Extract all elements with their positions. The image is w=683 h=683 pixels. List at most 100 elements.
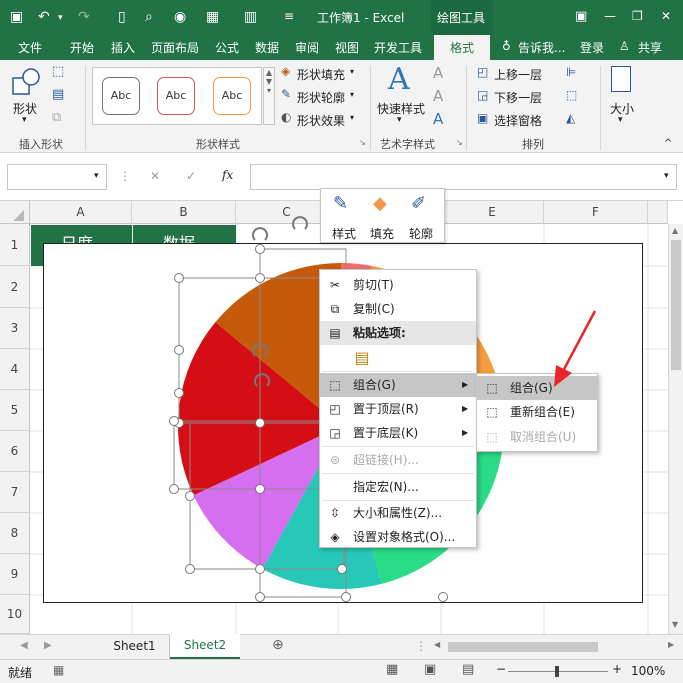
shape-effects-icon[interactable]: ◐ xyxy=(281,110,291,124)
shapes-icon[interactable] xyxy=(11,66,41,98)
tab-page-layout[interactable]: 页面布局 xyxy=(151,39,199,56)
send-backward-icon[interactable]: ◲ xyxy=(477,88,488,102)
hscroll-right-icon[interactable]: ▶ xyxy=(668,640,674,649)
text-outline-icon[interactable]: A xyxy=(433,87,443,105)
menu-item-format-object[interactable]: ◈ 设置对象格式(O)... xyxy=(320,525,476,549)
tab-review[interactable]: 审阅 xyxy=(295,39,319,56)
menu-item-bring-to-front[interactable]: ◰ 置于顶层(R) ▶ xyxy=(320,397,476,421)
save-icon[interactable]: ▣ xyxy=(10,9,23,25)
minimize-button[interactable]: — xyxy=(604,9,616,23)
tell-me-box[interactable]: 告诉我... xyxy=(518,39,565,56)
tab-insert[interactable]: 插入 xyxy=(111,39,135,56)
rotate-icon[interactable]: ◭ xyxy=(566,111,575,125)
menu-item-copy[interactable]: ⧉ 复制(C) xyxy=(320,297,476,321)
outline-pen-icon[interactable]: ✐ xyxy=(411,193,426,214)
mini-style-button[interactable]: 样式 xyxy=(332,225,356,242)
paste-icon[interactable]: ▥ xyxy=(244,9,257,25)
selection-pane-icon[interactable]: ▣ xyxy=(477,111,488,125)
enter-icon[interactable]: ✓ xyxy=(186,169,196,183)
mini-outline-button[interactable]: 轮廓 xyxy=(409,225,433,242)
undo-icon[interactable]: ↶ xyxy=(38,9,50,25)
insert-function-button[interactable]: fx xyxy=(222,168,233,182)
menu-item-size-properties[interactable]: ⇳ 大小和属性(Z)... xyxy=(320,501,476,525)
shape-outline-button[interactable]: 形状轮廓 xyxy=(297,89,345,106)
text-fill-icon[interactable]: A xyxy=(433,64,443,82)
send-backward-button[interactable]: 下移一层 xyxy=(494,89,542,106)
sheet-tab-sheet1[interactable]: Sheet1 xyxy=(100,635,170,659)
sign-in-link[interactable]: 登录 xyxy=(580,39,604,56)
mini-fill-button[interactable]: 填充 xyxy=(370,225,394,242)
menu-item-hyperlink[interactable]: ⊜ 超链接(H)... xyxy=(320,448,476,472)
normal-view-icon[interactable]: ▦ xyxy=(386,662,398,677)
scroll-left-icon[interactable]: ◀ xyxy=(20,640,28,651)
style-sample-orange[interactable]: Abc xyxy=(213,77,251,115)
menu-item-assign-macro[interactable]: 指定宏(N)... xyxy=(320,475,476,499)
collapse-ribbon-icon[interactable]: ^ xyxy=(664,138,672,149)
share-button[interactable]: 共享 xyxy=(638,39,662,56)
zoom-in-icon[interactable]: + xyxy=(612,662,622,676)
redo-icon[interactable]: ↷ xyxy=(78,9,90,25)
style-gallery-scroll[interactable]: ▲ ▼ ▾ xyxy=(263,67,275,125)
formula-input[interactable] xyxy=(250,164,677,190)
sheet-tab-sheet2[interactable]: Sheet2 xyxy=(170,634,240,659)
close-button[interactable]: ✕ xyxy=(661,9,671,23)
page-break-view-icon[interactable]: ▤ xyxy=(462,662,474,677)
scroll-right-icon[interactable]: ▶ xyxy=(44,640,52,651)
tab-data[interactable]: 数据 xyxy=(255,39,279,56)
menu-item-send-to-back[interactable]: ◲ 置于底层(K) ▶ xyxy=(320,421,476,445)
paste-icon-button[interactable]: ▤ xyxy=(351,348,373,370)
undo-dropdown-icon[interactable]: ▾ xyxy=(58,13,63,23)
cancel-icon[interactable]: ✕ xyxy=(150,169,160,183)
text-box-icon[interactable]: ▤ xyxy=(52,87,64,102)
bring-forward-button[interactable]: 上移一层 xyxy=(494,66,542,83)
print-preview-icon[interactable]: ⌕ xyxy=(145,9,153,25)
submenu-item-regroup[interactable]: ⬚ 重新组合(E) xyxy=(477,400,597,424)
zoom-slider-thumb[interactable] xyxy=(555,666,559,677)
wordart-dialog-launcher-icon[interactable]: ↘ xyxy=(456,138,463,147)
size-dropdown-icon[interactable]: ▾ xyxy=(618,115,623,125)
camera-icon[interactable]: ◉ xyxy=(174,9,186,25)
name-box-dropdown-icon[interactable]: ▾ xyxy=(94,171,99,181)
style-sample-red[interactable]: Abc xyxy=(157,77,195,115)
tab-view[interactable]: 视图 xyxy=(335,39,359,56)
add-sheet-icon[interactable]: ⊕ xyxy=(272,637,284,653)
tab-splitter-icon[interactable]: ⋮ xyxy=(415,639,427,653)
shapes-dropdown-icon[interactable]: ▾ xyxy=(22,115,27,125)
expand-formula-bar-icon[interactable]: ▾ xyxy=(664,171,669,181)
zoom-level[interactable]: 100% xyxy=(631,664,665,678)
group-objects-icon[interactable]: ⬚ xyxy=(566,88,577,102)
tab-home[interactable]: 开始 xyxy=(70,39,94,56)
restore-button[interactable]: ❐ xyxy=(632,9,643,23)
edit-shape-icon[interactable]: ⬚ xyxy=(52,64,64,79)
bring-forward-icon[interactable]: ◰ xyxy=(477,65,488,79)
ribbon-display-options-icon[interactable]: ▣ xyxy=(575,9,587,24)
size-icon[interactable] xyxy=(611,66,631,92)
shape-fill-dropdown-icon[interactable]: ▾ xyxy=(350,67,354,76)
submenu-item-ungroup[interactable]: ⬚ 取消组合(U) xyxy=(477,425,597,449)
customize-qat-icon[interactable]: ≡ xyxy=(284,9,294,23)
form-icon[interactable]: ▦ xyxy=(206,9,219,25)
text-effects-icon[interactable]: A xyxy=(433,110,443,128)
tab-file[interactable]: 文件 xyxy=(18,39,42,56)
dialog-launcher-icon[interactable]: ↘ xyxy=(359,138,366,147)
style-brush-icon[interactable]: ✎ xyxy=(333,193,348,214)
selection-pane-button[interactable]: 选择窗格 xyxy=(494,112,542,129)
merge-shapes-icon[interactable]: ⧉ xyxy=(52,110,61,125)
wordart-a-icon[interactable]: A xyxy=(388,62,410,97)
tab-formulas[interactable]: 公式 xyxy=(215,39,239,56)
tab-developer[interactable]: 开发工具 xyxy=(374,39,422,56)
new-file-icon[interactable]: ▯ xyxy=(118,9,126,25)
hscroll-left-icon[interactable]: ◀ xyxy=(434,640,440,649)
name-box[interactable] xyxy=(7,164,107,190)
menu-item-cut[interactable]: ✂ 剪切(T) xyxy=(320,273,476,297)
shape-fill-button[interactable]: 形状填充 xyxy=(297,66,345,83)
fill-bucket-icon[interactable]: ◆ xyxy=(373,193,387,214)
shape-effects-dropdown-icon[interactable]: ▾ xyxy=(350,113,354,122)
tab-format[interactable]: 格式 xyxy=(434,35,490,60)
shape-effects-button[interactable]: 形状效果 xyxy=(297,112,345,129)
zoom-out-icon[interactable]: − xyxy=(496,662,506,676)
horizontal-scrollbar[interactable]: ◀ ▶ xyxy=(430,638,680,656)
align-icon[interactable]: ⊫ xyxy=(566,65,576,79)
shape-fill-icon[interactable]: ◈ xyxy=(281,64,290,78)
quick-styles-dropdown-icon[interactable]: ▾ xyxy=(397,115,402,125)
